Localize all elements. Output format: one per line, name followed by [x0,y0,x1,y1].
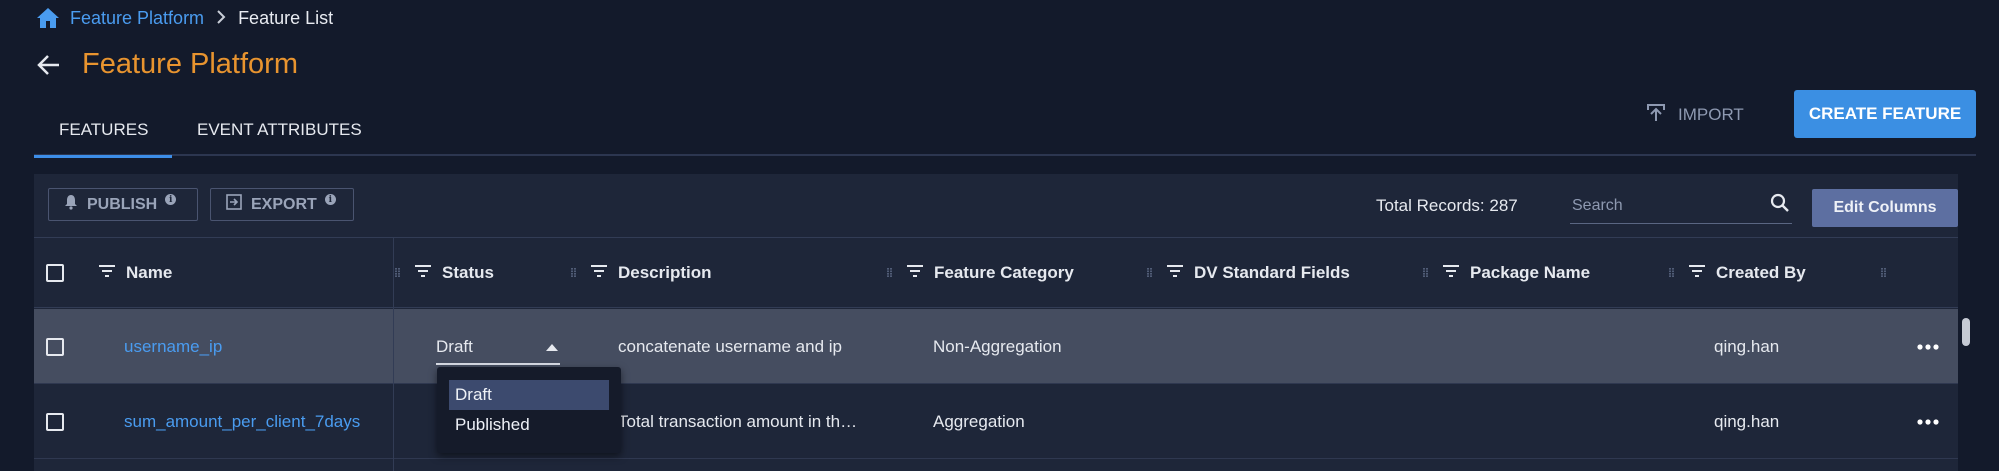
more-icon[interactable] [1910,384,1946,459]
filter-icon[interactable] [906,263,924,283]
column-header-feature-category[interactable]: ⁞⁞ Feature Category [886,238,1074,308]
column-header-next[interactable]: ⁞⁞ [1880,238,1890,308]
drag-handle-icon[interactable]: ⁞⁞ [1668,266,1675,280]
search-box [1570,188,1792,224]
bell-icon [63,194,79,215]
export-label: EXPORT [251,195,317,213]
table-row[interactable]: sum_amount_per_client_7days Total transa… [34,384,1958,459]
edit-columns-button[interactable]: Edit Columns [1812,189,1958,227]
select-all-cell [46,238,64,308]
import-button[interactable]: IMPORT [1646,100,1744,130]
column-header-dv-standard-fields[interactable]: ⁞⁞ DV Standard Fields [1146,238,1350,308]
search-input[interactable] [1572,196,1752,215]
publish-label: PUBLISH [87,195,158,213]
drag-handle-icon[interactable]: ⁞⁞ [1422,266,1429,280]
breadcrumb-current: Feature List [238,7,334,28]
row-select-cell [46,309,64,384]
title-row: Feature Platform [36,48,298,81]
feature-name-link[interactable]: sum_amount_per_client_7days [124,412,360,432]
more-icon[interactable] [1910,309,1946,384]
column-header-name[interactable]: Name [98,238,172,308]
drag-handle-icon[interactable]: ⁞⁞ [886,266,893,280]
total-records: Total Records: 287 [1376,196,1518,215]
status-value: Draft [436,337,473,356]
category-cell: Aggregation [933,411,1025,431]
filter-icon[interactable] [98,263,116,283]
column-label: Created By [1716,263,1806,282]
row-select-cell [46,384,64,459]
breadcrumb-root-link[interactable]: Feature Platform [70,8,204,29]
filter-icon[interactable] [414,263,432,283]
feature-name-cell: sum_amount_per_client_7days [124,384,360,459]
filter-icon[interactable] [1166,263,1184,283]
column-divider [393,238,394,471]
info-icon: i [324,194,336,205]
export-icon [225,193,243,216]
chevron-right-icon [216,8,226,29]
page-title: Feature Platform [82,48,298,80]
status-select[interactable]: Draft [436,331,560,365]
info-icon: i [165,194,177,205]
table-header: Name ⁞⁞ Status ⁞⁞ Description ⁞⁞ Feature… [34,238,1958,308]
filter-icon[interactable] [590,263,608,283]
feature-name-cell: username_ip [124,309,222,384]
description-cell: concatenate username and ip [618,336,842,356]
feature-table-panel: PUBLISH i EXPORT i Total Records: 287 Ed… [34,174,1958,471]
filter-icon[interactable] [1442,263,1460,283]
feature-name-link[interactable]: username_ip [124,337,222,357]
column-header-description[interactable]: ⁞⁞ Description [570,238,712,308]
create-feature-button[interactable]: CREATE FEATURE [1794,90,1976,138]
status-option-draft[interactable]: Draft [449,380,609,410]
column-label: Name [126,263,173,282]
column-header-created-by[interactable]: ⁞⁞ Created By [1668,238,1806,308]
column-label: DV Standard Fields [1194,263,1350,282]
column-label: Feature Category [934,263,1074,282]
column-header-package-name[interactable]: ⁞⁞ Package Name [1422,238,1590,308]
select-all-checkbox[interactable] [46,264,64,282]
filter-icon[interactable] [1688,263,1706,283]
status-dropdown-menu: Draft Published [437,367,621,453]
description-cell: Total transaction amount in th… [618,411,858,431]
created-by-cell: qing.han [1714,411,1780,431]
row-checkbox[interactable] [46,412,64,431]
tab-features[interactable]: FEATURES [34,104,172,158]
search-icon[interactable] [1770,193,1790,218]
back-arrow-icon[interactable] [36,52,62,78]
export-button[interactable]: EXPORT i [210,188,354,221]
category-cell: Non-Aggregation [933,336,1062,356]
home-icon[interactable] [36,6,62,30]
table-row[interactable]: username_ip Draft concatenate username a… [34,309,1958,384]
upload-icon [1646,103,1666,128]
created-by-cell: qing.han [1714,336,1780,356]
caret-up-icon [546,343,558,351]
column-label: Package Name [1470,263,1591,282]
row-checkbox[interactable] [46,337,64,356]
column-header-status[interactable]: ⁞⁞ Status [394,238,494,308]
publish-button[interactable]: PUBLISH i [48,188,198,221]
status-option-published[interactable]: Published [449,410,609,440]
vertical-scrollbar[interactable] [1962,318,1970,346]
column-label: Description [618,263,712,282]
feature-list-page: Feature Platform Feature List Feature Pl… [0,0,1999,471]
drag-handle-icon[interactable]: ⁞⁞ [570,266,577,280]
drag-handle-icon[interactable]: ⁞⁞ [1146,266,1153,280]
table-toolbar: PUBLISH i EXPORT i Total Records: 287 Ed… [34,174,1958,238]
breadcrumb: Feature Platform Feature List [36,6,333,30]
drag-handle-icon[interactable]: ⁞⁞ [1880,266,1887,280]
tab-event-attributes[interactable]: EVENT ATTRIBUTES [172,104,387,156]
column-label: Status [442,263,494,282]
drag-handle-icon[interactable]: ⁞⁞ [394,266,401,280]
import-label: IMPORT [1678,105,1744,124]
